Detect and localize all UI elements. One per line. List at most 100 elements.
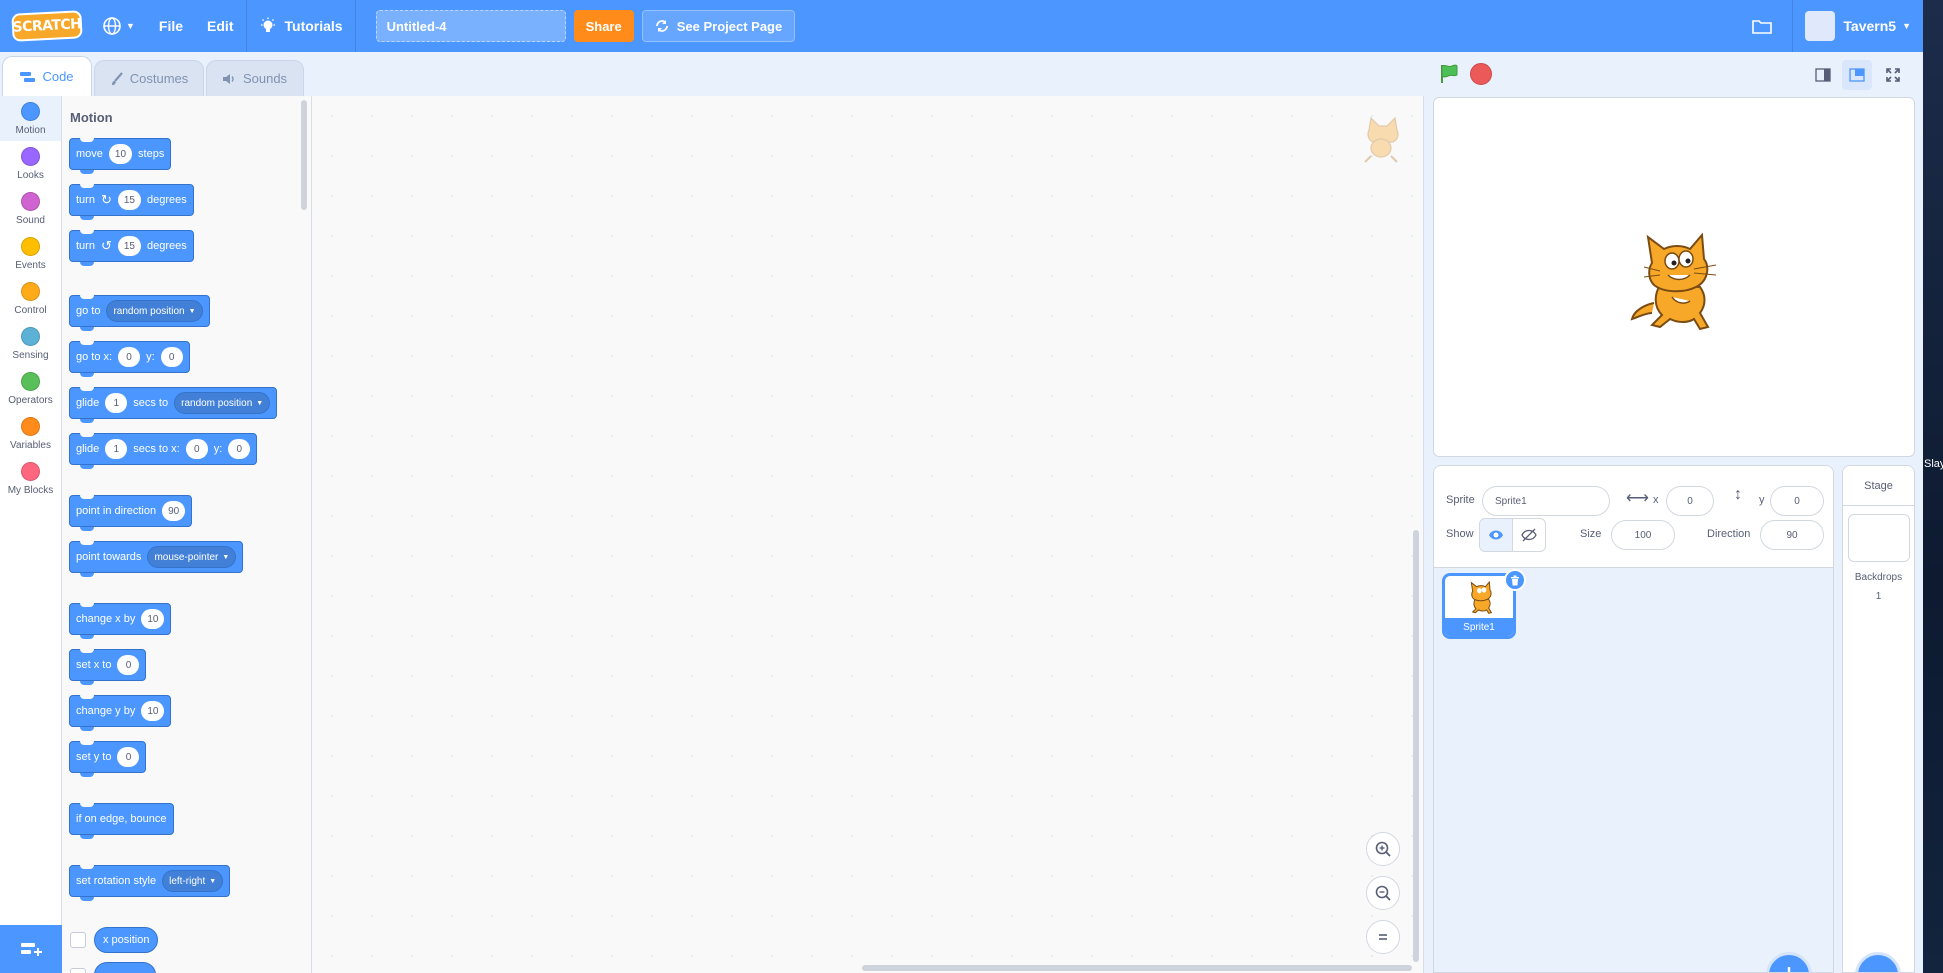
category-variables[interactable]: Variables: [0, 411, 61, 456]
small-stage-button[interactable]: [1808, 60, 1838, 90]
go-to-target-dropdown[interactable]: random position ▼: [106, 300, 203, 322]
script-workspace[interactable]: [312, 96, 1424, 973]
add-sprite-button[interactable]: [1766, 952, 1812, 972]
category-motion[interactable]: Motion: [0, 96, 61, 141]
cat-sprite-icon[interactable]: [1624, 223, 1724, 331]
category-operators[interactable]: Operators: [0, 366, 61, 411]
workspace-horizontal-scrollbar[interactable]: [862, 965, 1412, 971]
direction-input[interactable]: 90: [1760, 520, 1824, 550]
tab-sounds[interactable]: Sounds: [206, 60, 304, 96]
small-stage-icon: [1815, 68, 1831, 82]
category-control[interactable]: Control: [0, 276, 61, 321]
y-input[interactable]: 0: [160, 347, 183, 367]
change-x-input[interactable]: 10: [141, 609, 165, 629]
go-to-block[interactable]: go to random position ▼: [69, 295, 210, 331]
file-menu[interactable]: File: [147, 0, 195, 52]
steps-input[interactable]: 10: [108, 144, 133, 164]
share-button[interactable]: Share: [573, 10, 634, 42]
y-input[interactable]: 0: [228, 439, 251, 459]
stage-selector[interactable]: Stage Backdrops 1: [1842, 465, 1915, 973]
see-project-page-button[interactable]: See Project Page: [641, 10, 796, 42]
zoom-in-button[interactable]: [1366, 832, 1400, 866]
set-y-block[interactable]: set y to 0: [69, 741, 147, 777]
point-towards-block[interactable]: point towards mouse-pointer ▼: [69, 541, 244, 577]
bounce-block[interactable]: if on edge, bounce: [69, 803, 174, 839]
turn-left-block[interactable]: turn ↺ 15 degrees: [69, 230, 194, 266]
palette-scrollbar[interactable]: [301, 100, 307, 210]
tab-code[interactable]: Code: [2, 56, 92, 96]
add-extension-button[interactable]: [0, 925, 62, 973]
change-y-input[interactable]: 10: [141, 701, 165, 721]
add-backdrop-button[interactable]: [1855, 952, 1901, 972]
category-label: Motion: [15, 124, 46, 136]
block-text: secs to: [133, 397, 169, 409]
y-position-checkbox[interactable]: [70, 968, 86, 973]
language-menu[interactable]: ▼: [90, 0, 147, 52]
secs-input[interactable]: 1: [105, 393, 128, 413]
change-y-block[interactable]: change y by 10: [69, 695, 172, 731]
degrees-input[interactable]: 15: [117, 190, 141, 210]
x-input[interactable]: 0: [118, 347, 141, 367]
account-menu[interactable]: Tavern5 ▼: [1793, 0, 1923, 52]
delete-sprite-button[interactable]: [1504, 569, 1526, 591]
rotation-style-dropdown[interactable]: left-right ▼: [162, 870, 224, 892]
normal-stage-button[interactable]: [1842, 60, 1872, 90]
degrees-input[interactable]: 15: [117, 236, 141, 256]
category-label: Variables: [10, 439, 51, 451]
avatar: [1805, 11, 1836, 41]
rotation-style-block[interactable]: set rotation style left-right ▼: [69, 865, 231, 901]
point-in-direction-block[interactable]: point in direction 90: [69, 495, 193, 531]
x-input[interactable]: 0: [185, 439, 208, 459]
set-x-block[interactable]: set x to 0: [69, 649, 147, 685]
category-looks[interactable]: Looks: [0, 141, 61, 186]
fullscreen-button[interactable]: [1878, 60, 1908, 90]
secs-input[interactable]: 1: [105, 439, 128, 459]
stop-button[interactable]: [1470, 63, 1492, 85]
stage-canvas[interactable]: [1433, 97, 1915, 457]
tab-costumes[interactable]: Costumes: [94, 60, 204, 96]
x-position-reporter[interactable]: x position: [94, 927, 159, 953]
x-position-checkbox[interactable]: [70, 932, 86, 948]
glide-to-block[interactable]: glide 1 secs to random position ▼: [69, 387, 278, 423]
glide-xy-block[interactable]: glide 1 secs to x: 0 y: 0: [69, 433, 258, 469]
edit-menu[interactable]: Edit: [195, 0, 245, 52]
eye-slash-icon: [1521, 528, 1537, 542]
hide-sprite-button[interactable]: [1512, 518, 1546, 552]
project-title-input[interactable]: Untitled-4: [375, 10, 566, 42]
turn-right-block[interactable]: turn ↻ 15 degrees: [69, 184, 194, 220]
block-category-menu: Motion Looks Sound Events Control Sensin…: [0, 96, 62, 973]
my-stuff-button[interactable]: [1732, 0, 1792, 52]
glide-target-dropdown[interactable]: random position ▼: [174, 392, 271, 414]
size-label: Size: [1580, 528, 1602, 540]
category-my-blocks[interactable]: My Blocks: [0, 456, 61, 501]
point-towards-dropdown[interactable]: mouse-pointer ▼: [147, 546, 237, 568]
block-text: turn: [76, 240, 95, 252]
tutorials-label: Tutorials: [284, 18, 343, 34]
green-flag-icon[interactable]: [1438, 63, 1460, 85]
stage-selector-title: Stage: [1843, 466, 1914, 506]
category-events[interactable]: Events: [0, 231, 61, 276]
motion-category-icon: [21, 101, 40, 121]
scratch-logo[interactable]: SCRATCH: [11, 10, 83, 42]
set-y-input[interactable]: 0: [117, 747, 140, 767]
change-x-block[interactable]: change x by 10: [69, 603, 172, 639]
dropdown-value: random position: [181, 397, 253, 409]
menu-divider: [354, 0, 356, 52]
set-x-input[interactable]: 0: [117, 655, 140, 675]
move-steps-block[interactable]: move 10 steps: [69, 138, 172, 174]
y-input[interactable]: 0: [1770, 486, 1824, 516]
show-sprite-button[interactable]: [1479, 518, 1513, 552]
category-sound[interactable]: Sound: [0, 186, 61, 231]
zoom-out-button[interactable]: [1366, 876, 1400, 910]
category-sensing[interactable]: Sensing: [0, 321, 61, 366]
desktop-icon-label[interactable]: Slay: [1924, 458, 1943, 470]
tutorials-button[interactable]: Tutorials: [247, 0, 355, 52]
sprite-name-input[interactable]: Sprite1: [1482, 486, 1610, 516]
direction-input[interactable]: 90: [162, 501, 186, 521]
go-to-xy-block[interactable]: go to x: 0 y: 0: [69, 341, 190, 377]
y-position-reporter[interactable]: [94, 962, 156, 973]
size-input[interactable]: 100: [1611, 520, 1675, 550]
x-input[interactable]: 0: [1666, 486, 1714, 516]
zoom-reset-button[interactable]: [1366, 920, 1400, 954]
workspace-vertical-scrollbar[interactable]: [1413, 530, 1419, 962]
